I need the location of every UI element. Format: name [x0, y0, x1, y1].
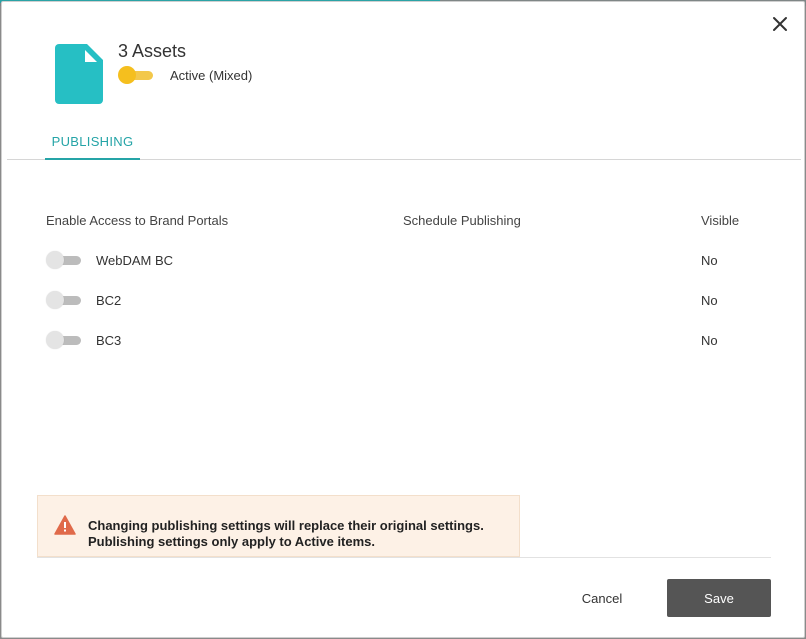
column-header-enable-access: Enable Access to Brand Portals: [46, 213, 229, 228]
tab-bar: PUBLISHING: [7, 130, 801, 160]
warning-message: Changing publishing settings will replac…: [88, 518, 484, 550]
portal-visible-value: No: [701, 333, 718, 348]
portal-toggle-bc3[interactable]: [46, 331, 82, 349]
footer-divider: [37, 557, 771, 558]
save-button[interactable]: Save: [667, 579, 771, 617]
column-header-schedule-publishing: Schedule Publishing: [403, 213, 521, 228]
toggle-knob: [46, 291, 64, 309]
document-icon: [55, 44, 105, 104]
column-header-visible: Visible: [701, 213, 740, 228]
portal-name: BC2: [96, 293, 122, 308]
warning-line-2: Publishing settings only apply to Active…: [88, 534, 376, 549]
close-icon: [773, 17, 787, 31]
toggle-knob: [46, 251, 64, 269]
portal-row-bc3: BC3 No: [46, 330, 766, 350]
warning-triangle-icon: [54, 515, 76, 535]
close-button[interactable]: [769, 13, 791, 35]
portal-name: BC3: [96, 333, 122, 348]
status-label: Active (Mixed): [170, 68, 253, 83]
portal-visible-value: No: [701, 253, 718, 268]
portal-visible-value: No: [701, 293, 718, 308]
cancel-button[interactable]: Cancel: [562, 580, 642, 616]
portal-toggle-webdam-bc[interactable]: [46, 251, 82, 269]
page-title: 3 Assets: [118, 41, 187, 61]
status-toggle-knob: [118, 66, 136, 84]
portal-row-webdam-bc: WebDAM BC No: [46, 250, 766, 270]
warning-banner: Changing publishing settings will replac…: [37, 495, 520, 557]
warning-line-1: Changing publishing settings will replac…: [88, 518, 484, 533]
portal-row-bc2: BC2 No: [46, 290, 766, 310]
portal-toggle-bc2[interactable]: [46, 291, 82, 309]
toggle-knob: [46, 331, 64, 349]
tab-publishing[interactable]: PUBLISHING: [45, 130, 140, 160]
status-toggle[interactable]: [118, 66, 154, 84]
portal-name: WebDAM BC: [96, 253, 174, 268]
asset-settings-modal: 3 Assets Active (Mixed) PUBLISHING Enabl…: [1, 1, 805, 638]
